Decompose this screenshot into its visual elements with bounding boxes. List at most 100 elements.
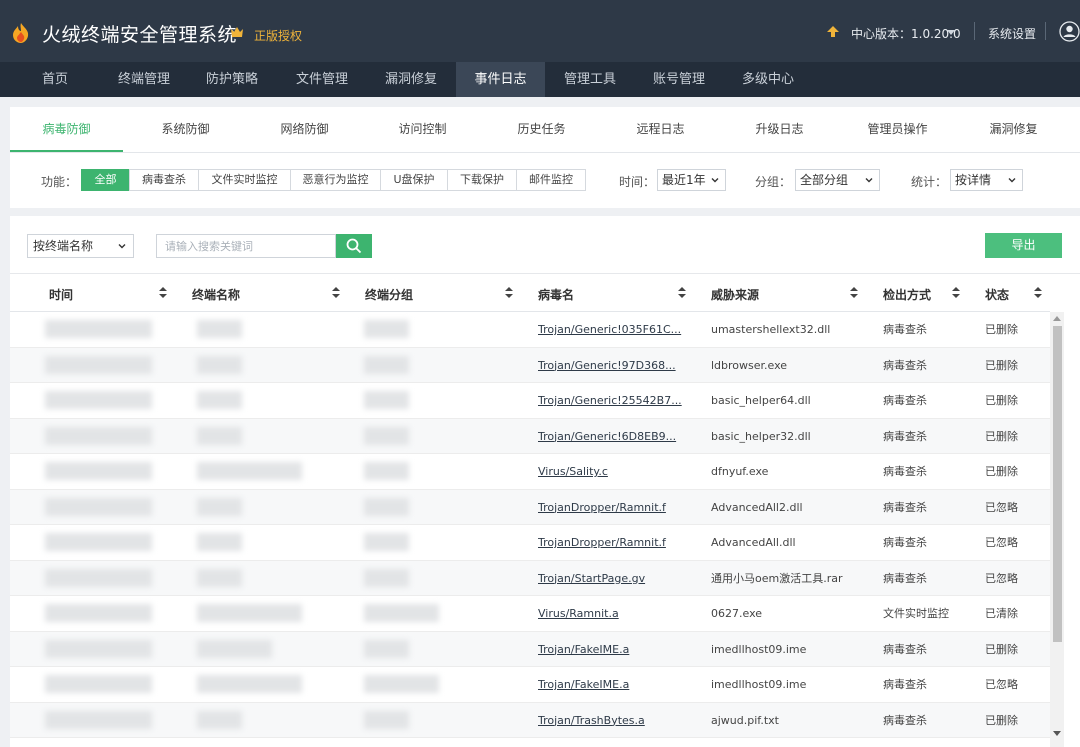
status: 已忽略 xyxy=(985,678,1018,691)
column-header-status[interactable]: 状态 xyxy=(985,286,1009,303)
table-row[interactable]: Trojan/TrashBytes.a ajwud.pif.txt 病毒查杀 已… xyxy=(10,702,1050,738)
table-row[interactable]: TrojanDropper/Ramnit.f AdvancedAll.dll 病… xyxy=(10,525,1050,561)
virus-name-link[interactable]: Trojan/Generic!25542B7... xyxy=(538,383,698,418)
table-row[interactable]: Trojan/Generic!6D8EB9... basic_helper32.… xyxy=(10,418,1050,454)
virus-name-link[interactable]: Trojan/StartPage.gv xyxy=(538,561,698,596)
column-header-time[interactable]: 时间 xyxy=(49,286,73,303)
tab-system-defense[interactable]: 系统防御 xyxy=(129,107,242,151)
stat-select[interactable]: 按详情 xyxy=(950,169,1023,191)
time-filter-label: 时间： xyxy=(619,175,656,189)
virus-name-link[interactable]: TrojanDropper/Ramnit.f xyxy=(538,490,698,525)
detection-method: 病毒查杀 xyxy=(883,500,927,514)
redacted-terminal-group xyxy=(364,355,409,374)
sort-icon[interactable] xyxy=(850,287,858,298)
table-row[interactable]: Trojan/FakeIME.a imedllhost09.ime 病毒查杀 已… xyxy=(10,667,1050,703)
table-row[interactable]: Virus/Ramnit.a 0627.exe 文件实时监控 已清除 xyxy=(10,596,1050,632)
scroll-thumb[interactable] xyxy=(1053,326,1062,642)
column-header-threat-source[interactable]: 威胁来源 xyxy=(711,286,759,303)
detection-method: 病毒查杀 xyxy=(883,394,927,407)
virus-name-link[interactable]: TrojanDropper/Ramnit.f xyxy=(538,525,698,560)
license-badge[interactable]: 正版授权 xyxy=(254,27,302,44)
nav-vulnerability-fix[interactable]: 漏洞修复 xyxy=(375,62,447,97)
nav-multi-center[interactable]: 多级中心 xyxy=(732,62,804,97)
virus-name-link[interactable]: Virus/Sality.c xyxy=(538,454,698,489)
function-option-all[interactable]: 全部 xyxy=(81,169,130,191)
sort-icon[interactable] xyxy=(952,287,960,298)
nav-protection-policy[interactable]: 防护策略 xyxy=(196,62,268,97)
table-row[interactable]: TrojanDropper/Ramnit.f AdvancedAll2.dll … xyxy=(10,489,1050,525)
search-icon xyxy=(346,238,362,254)
status: 已删除 xyxy=(985,713,1018,727)
function-option-virus-scan[interactable]: 病毒查杀 xyxy=(129,169,199,191)
tab-remote-log[interactable]: 远程日志 xyxy=(604,107,717,151)
redacted-terminal-name xyxy=(197,710,242,729)
tab-network-defense[interactable]: 网络防御 xyxy=(248,107,361,151)
scroll-down-arrow-icon[interactable] xyxy=(1053,731,1061,736)
column-header-terminal-group[interactable]: 终端分组 xyxy=(365,286,413,303)
nav-account-management[interactable]: 账号管理 xyxy=(643,62,715,97)
redacted-time xyxy=(45,675,152,693)
table-row[interactable]: Trojan/StartPage.gv 通用小马oem激活工具.rar 病毒查杀… xyxy=(10,560,1050,596)
table-row[interactable]: Trojan/Generic!035F61C... umastershellex… xyxy=(10,312,1050,348)
function-option-behavior-monitor[interactable]: 恶意行为监控 xyxy=(290,169,381,191)
sort-icon[interactable] xyxy=(159,287,167,298)
tab-upgrade-log[interactable]: 升级日志 xyxy=(723,107,836,151)
sort-icon[interactable] xyxy=(1034,287,1042,298)
nav-home[interactable]: 首页 xyxy=(26,62,84,97)
sort-icon[interactable] xyxy=(332,287,340,298)
tab-access-control[interactable]: 访问控制 xyxy=(366,107,479,151)
redacted-terminal-group xyxy=(364,639,409,658)
tab-admin-operations[interactable]: 管理员操作 xyxy=(841,107,954,151)
group-select-value: 全部分组 xyxy=(800,173,849,187)
function-option-usb-protection[interactable]: U盘保护 xyxy=(380,169,448,191)
virus-name-link[interactable]: Trojan/TrashBytes.a xyxy=(538,703,698,738)
tab-virus-defense[interactable]: 病毒防御 xyxy=(10,107,123,151)
status: 已删除 xyxy=(985,642,1018,656)
redacted-terminal-name xyxy=(197,497,242,516)
virus-name-link[interactable]: Trojan/Generic!035F61C... xyxy=(538,312,698,347)
sort-icon[interactable] xyxy=(678,287,686,298)
tab-history-tasks[interactable]: 历史任务 xyxy=(485,107,598,151)
license-crown-icon xyxy=(231,27,243,37)
table-scrollbar[interactable] xyxy=(1050,312,1064,747)
virus-name-link[interactable]: Virus/Ramnit.a xyxy=(538,596,698,631)
virus-name-link[interactable]: Trojan/FakeIME.a xyxy=(538,632,698,667)
search-button[interactable] xyxy=(336,234,372,258)
search-input[interactable] xyxy=(156,234,336,258)
tab-vulnerability-fix[interactable]: 漏洞修复 xyxy=(957,107,1070,151)
table-row[interactable]: Trojan/FakeIME.a imedllhost09.ime 病毒查杀 已… xyxy=(10,631,1050,667)
function-option-mail-monitor[interactable]: 邮件监控 xyxy=(516,169,586,191)
column-header-virus-name[interactable]: 病毒名 xyxy=(538,286,574,303)
search-field-select[interactable]: 按终端名称 xyxy=(27,234,134,258)
column-header-terminal-name[interactable]: 终端名称 xyxy=(192,286,240,303)
system-settings-link[interactable]: 系统设置 xyxy=(988,25,1036,42)
threat-source: umastershellext32.dll xyxy=(711,323,831,336)
threat-source: basic_helper32.dll xyxy=(711,429,811,443)
user-avatar-icon[interactable] xyxy=(1059,21,1080,42)
table-row[interactable]: Trojan/Generic!25542B7... basic_helper64… xyxy=(10,383,1050,419)
redacted-time xyxy=(45,639,152,658)
virus-name-link[interactable]: Trojan/Generic!6D8EB9... xyxy=(538,419,698,454)
table-row[interactable]: Trojan/Generic!97D368... ldbrowser.exe 病… xyxy=(10,347,1050,383)
sort-icon[interactable] xyxy=(505,287,513,298)
scroll-up-arrow-icon[interactable] xyxy=(1053,316,1061,321)
group-select[interactable]: 全部分组 xyxy=(795,169,880,191)
time-select[interactable]: 最近1年 xyxy=(657,169,726,191)
virus-name-link[interactable]: Trojan/Generic!97D368... xyxy=(538,348,698,383)
nav-management-tools[interactable]: 管理工具 xyxy=(554,62,626,97)
version-dropdown-icon[interactable] xyxy=(947,30,955,35)
nav-event-log[interactable]: 事件日志 xyxy=(456,62,545,97)
redacted-time xyxy=(45,462,152,480)
column-header-detection-method[interactable]: 检出方式 xyxy=(883,286,931,303)
nav-file-management[interactable]: 文件管理 xyxy=(286,62,358,97)
function-option-download-protection[interactable]: 下载保护 xyxy=(447,169,517,191)
threat-source: dfnyuf.exe xyxy=(711,465,769,478)
function-option-file-monitor[interactable]: 文件实时监控 xyxy=(198,169,291,191)
status: 已忽略 xyxy=(985,571,1018,585)
table-row[interactable]: Virus/Sality.c dfnyuf.exe 病毒查杀 已删除 xyxy=(10,454,1050,490)
virus-name-link[interactable]: Trojan/FakeIME.a xyxy=(538,667,698,702)
nav-terminal-management[interactable]: 终端管理 xyxy=(108,62,180,97)
center-version[interactable]: 中心版本：1.0.20.0 xyxy=(851,25,961,42)
export-button[interactable]: 导出 xyxy=(985,233,1062,258)
chevron-down-icon xyxy=(865,178,873,183)
